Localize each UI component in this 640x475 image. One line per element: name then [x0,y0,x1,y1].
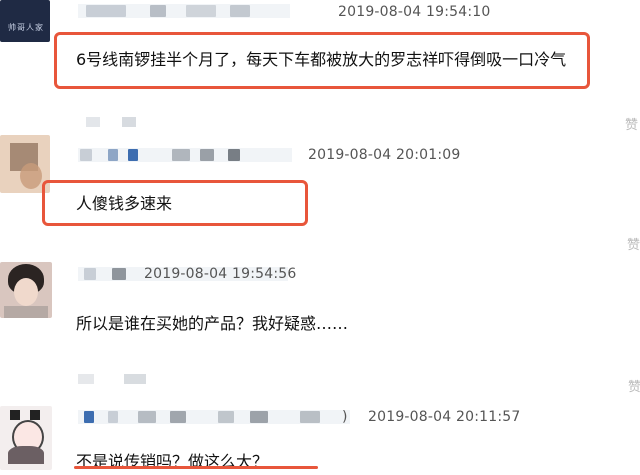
blurred-username [230,5,250,17]
blurred-action-row [86,117,100,127]
blurred-username [228,149,240,161]
blurred-username [172,149,190,161]
blurred-action-row [122,117,136,127]
blurred-username [186,5,216,17]
like-button[interactable]: 赞 [627,234,640,253]
comment-text: 所以是谁在买她的产品？我好疑惑…… [76,314,349,333]
blurred-username [84,268,96,280]
blurred-username [200,149,214,161]
blurred-username [84,411,94,423]
blurred-username [86,5,126,17]
blurred-username [150,5,166,17]
avatar[interactable] [0,406,52,470]
comment-timestamp: 2019-08-04 19:54:10 [338,4,491,20]
like-button[interactable]: 赞 [625,114,638,133]
avatar-logo-text: 帅哥人家 [8,23,44,32]
comment-text: 6号线南锣挂半个月了，每天下车都被放大的罗志祥吓得倒吸一口冷气 [76,50,567,69]
blurred-username [108,149,118,161]
comment-timestamp: 2019-08-04 20:01:09 [308,147,461,163]
highlight-underline [74,466,318,469]
blurred-username [112,268,126,280]
blurred-username [300,411,320,423]
comment-text: 人傻钱多速来 [76,194,173,213]
blurred-username [80,149,92,161]
blurred-action-row [124,374,146,384]
blurred-action-row [78,374,94,384]
comment-timestamp: 2019-08-04 20:11:57 [368,409,521,425]
comment-timestamp-prefix: ) [342,409,348,425]
avatar[interactable] [0,262,52,318]
blurred-username [250,411,268,423]
blurred-username [138,411,156,423]
blurred-username [218,411,234,423]
avatar[interactable]: 帅哥人家 [0,0,50,42]
blurred-username [128,149,138,161]
blurred-username [108,411,118,423]
comment-timestamp: 2019-08-04 19:54:56 [144,266,297,282]
like-button[interactable]: 赞 [628,376,640,395]
blurred-username [170,411,186,423]
